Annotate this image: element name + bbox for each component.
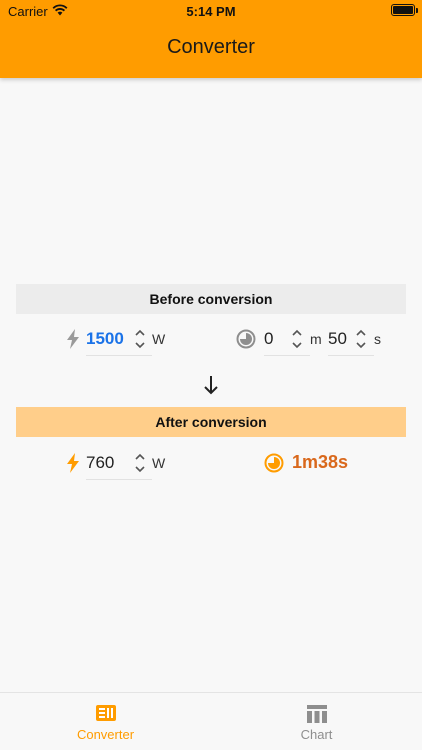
lightning-icon bbox=[67, 453, 79, 473]
clock: 5:14 PM bbox=[186, 4, 236, 19]
power-value-after[interactable]: 760 bbox=[86, 453, 114, 473]
power-input-before[interactable]: 1500 bbox=[86, 322, 152, 356]
seconds-unit: s bbox=[374, 331, 381, 347]
nav-header: Carrier 5:14 PM Converter bbox=[0, 0, 422, 78]
tab-converter[interactable]: Converter bbox=[0, 693, 211, 750]
power-unit-before: W bbox=[152, 331, 166, 347]
before-conversion-header: Before conversion bbox=[16, 284, 406, 314]
minutes-stepper-icon[interactable] bbox=[291, 328, 303, 350]
page-title: Converter bbox=[167, 36, 255, 58]
chart-icon bbox=[307, 705, 327, 723]
lightning-icon bbox=[67, 329, 79, 349]
power-stepper-before-icon[interactable] bbox=[134, 328, 146, 350]
minutes-input[interactable]: 0 bbox=[264, 322, 310, 356]
arrow-down-icon bbox=[204, 376, 218, 395]
power-unit-after: W bbox=[152, 455, 166, 471]
converter-icon bbox=[96, 705, 116, 721]
tab-chart-label: Chart bbox=[300, 727, 333, 742]
power-value-before[interactable]: 1500 bbox=[86, 329, 124, 349]
minutes-value[interactable]: 0 bbox=[264, 329, 273, 349]
power-input-after[interactable]: 760 bbox=[86, 446, 152, 480]
status-bar: Carrier 5:14 PM bbox=[0, 0, 422, 22]
battery-icon bbox=[391, 4, 415, 16]
after-conversion-header: After conversion bbox=[16, 407, 406, 437]
tab-chart[interactable]: Chart bbox=[211, 693, 422, 750]
power-stepper-after-icon[interactable] bbox=[134, 452, 146, 474]
minutes-unit: m bbox=[310, 331, 322, 347]
converted-duration: 1m38s bbox=[292, 452, 349, 472]
seconds-stepper-icon[interactable] bbox=[355, 328, 367, 350]
timer-icon bbox=[236, 329, 256, 349]
tab-converter-label: Converter bbox=[76, 727, 135, 742]
tab-bar: Converter Chart bbox=[0, 692, 422, 750]
seconds-input[interactable]: 50 bbox=[328, 322, 374, 356]
timer-icon bbox=[264, 453, 284, 473]
after-inputs-row: 760 W 1m38s bbox=[0, 446, 422, 480]
seconds-value[interactable]: 50 bbox=[328, 329, 347, 349]
battery-tip bbox=[416, 8, 418, 13]
before-inputs-row: 1500 W 0 m 50 s bbox=[0, 322, 422, 356]
